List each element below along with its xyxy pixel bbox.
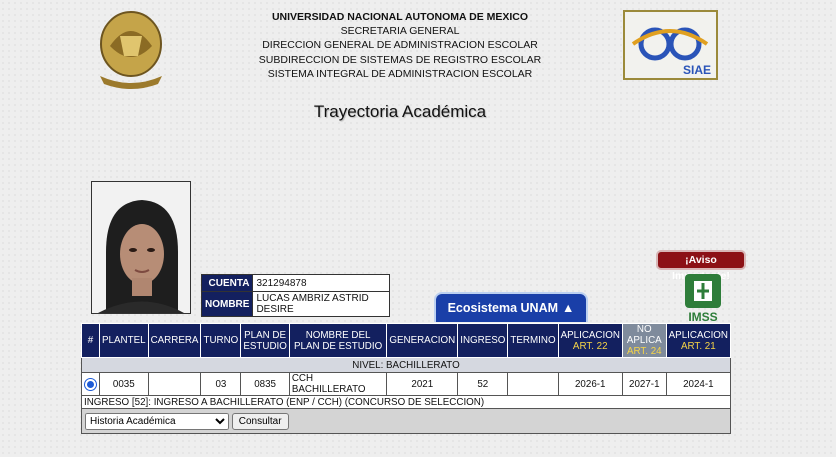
cell-art22: 2026-1 bbox=[557, 372, 623, 396]
cell-turno: 03 bbox=[200, 372, 242, 396]
ecosistema-label: Ecosistema UNAM bbox=[447, 301, 559, 315]
student-info-table: CUENTA 321294878 NOMBRE LUCAS AMBRIZ AST… bbox=[200, 274, 391, 317]
page-title: Trayectoria Académica bbox=[313, 102, 487, 121]
col-art24-line2: ART. 24 bbox=[626, 346, 662, 357]
col-ingreso: INGRESO bbox=[457, 323, 509, 358]
nivel-label: NIVEL: BACHILLERATO bbox=[81, 357, 731, 373]
actions-cell: Historia Académica Consultar bbox=[81, 408, 731, 434]
nivel-row: NIVEL: BACHILLERATO bbox=[81, 357, 731, 373]
cell-generacion: 2021 bbox=[386, 372, 459, 396]
col-art21-line1: APLICACION bbox=[668, 329, 728, 341]
table-row: 0035 03 0835 CCH BACHILLERATO 2021 52 20… bbox=[81, 372, 732, 396]
actions-row: Historia Académica Consultar bbox=[81, 408, 731, 434]
cell-nombre-plan: CCH BACHILLERATO bbox=[288, 372, 388, 396]
header-line-subdireccion: SUBDIRECCION DE SISTEMAS DE REGISTRO ESC… bbox=[258, 53, 542, 66]
col-nombre-plan: NOMBRE DEL PLAN DE ESTUDIO bbox=[288, 323, 388, 358]
col-art24: NO APLICA ART. 24 bbox=[621, 323, 667, 358]
col-art21-line2: ART. 21 bbox=[680, 340, 716, 352]
col-art24-line1: NO APLICA bbox=[626, 324, 662, 346]
col-plan: PLAN DE ESTUDIO bbox=[240, 323, 290, 358]
header-line-university: UNIVERSIDAD NACIONAL AUTONOMA DE MEXICO bbox=[271, 11, 529, 23]
consultar-button[interactable]: Consultar bbox=[231, 412, 289, 430]
institution-header: UNIVERSIDAD NACIONAL AUTONOMA DE MEXICO … bbox=[250, 10, 550, 81]
unam-seal-logo bbox=[100, 11, 162, 89]
header-line-direccion: DIRECCION GENERAL DE ADMINISTRACION ESCO… bbox=[262, 39, 538, 52]
col-art21: APLICACION ART. 21 bbox=[665, 323, 732, 358]
cell-plantel: 0035 bbox=[99, 372, 149, 396]
col-carrera: CARRERA bbox=[147, 323, 202, 358]
row-radio[interactable] bbox=[81, 372, 100, 396]
header-line-sistema: SISTEMA INTEGRAL DE ADMINISTRACION ESCOL… bbox=[267, 67, 533, 80]
col-art22-line2: ART. 22 bbox=[572, 340, 608, 352]
ingreso-text: INGRESO [52]: INGRESO A BACHILLERATO (EN… bbox=[81, 395, 731, 409]
col-plan-line1: PLAN DE bbox=[244, 329, 287, 341]
ingreso-row: INGRESO [52]: INGRESO A BACHILLERATO (EN… bbox=[81, 395, 731, 409]
aviso-importante-button[interactable]: ¡Aviso Importante! bbox=[656, 250, 746, 282]
cuenta-value: 321294878 bbox=[252, 274, 391, 292]
eject-icon: ▲ bbox=[562, 301, 575, 315]
cell-termino bbox=[507, 372, 559, 396]
col-art22: APLICACION ART. 22 bbox=[557, 323, 623, 358]
siae-logo-text: SIAE bbox=[683, 63, 711, 77]
col-generacion: GENERACION bbox=[386, 323, 459, 358]
col-termino: TERMINO bbox=[507, 323, 559, 358]
table-header-row: # PLANTEL CARRERA TURNO PLAN DE ESTUDIO N… bbox=[81, 323, 732, 358]
cell-carrera bbox=[147, 372, 202, 396]
col-num: # bbox=[81, 323, 100, 358]
col-plan-line2: ESTUDIO bbox=[243, 340, 287, 352]
nombre-label: NOMBRE bbox=[200, 291, 254, 317]
header-line-secretaria: SECRETARIA GENERAL bbox=[340, 25, 460, 38]
cell-plan: 0835 bbox=[240, 372, 290, 396]
imss-logo[interactable]: IMSS bbox=[682, 273, 724, 323]
radio-selected bbox=[84, 377, 97, 391]
cell-art21: 2024-1 bbox=[665, 372, 732, 396]
imss-label: IMSS bbox=[688, 310, 717, 323]
col-art22-line1: APLICACION bbox=[560, 329, 620, 341]
ecosistema-unam-tab[interactable]: Ecosistema UNAM ▲ bbox=[434, 292, 588, 322]
student-photo bbox=[91, 181, 191, 314]
cell-ingreso: 52 bbox=[457, 372, 509, 396]
col-turno: TURNO bbox=[200, 323, 242, 358]
col-plantel: PLANTEL bbox=[99, 323, 149, 358]
cell-art24: 2027-1 bbox=[621, 372, 667, 396]
cuenta-label: CUENTA bbox=[200, 274, 254, 292]
nombre-value: LUCAS AMBRIZ ASTRID DESIRE bbox=[252, 291, 391, 317]
siae-logo: SIAE bbox=[623, 10, 718, 80]
trayectoria-table: # PLANTEL CARRERA TURNO PLAN DE ESTUDIO N… bbox=[81, 323, 732, 434]
consulta-select[interactable]: Historia Académica bbox=[85, 412, 229, 430]
